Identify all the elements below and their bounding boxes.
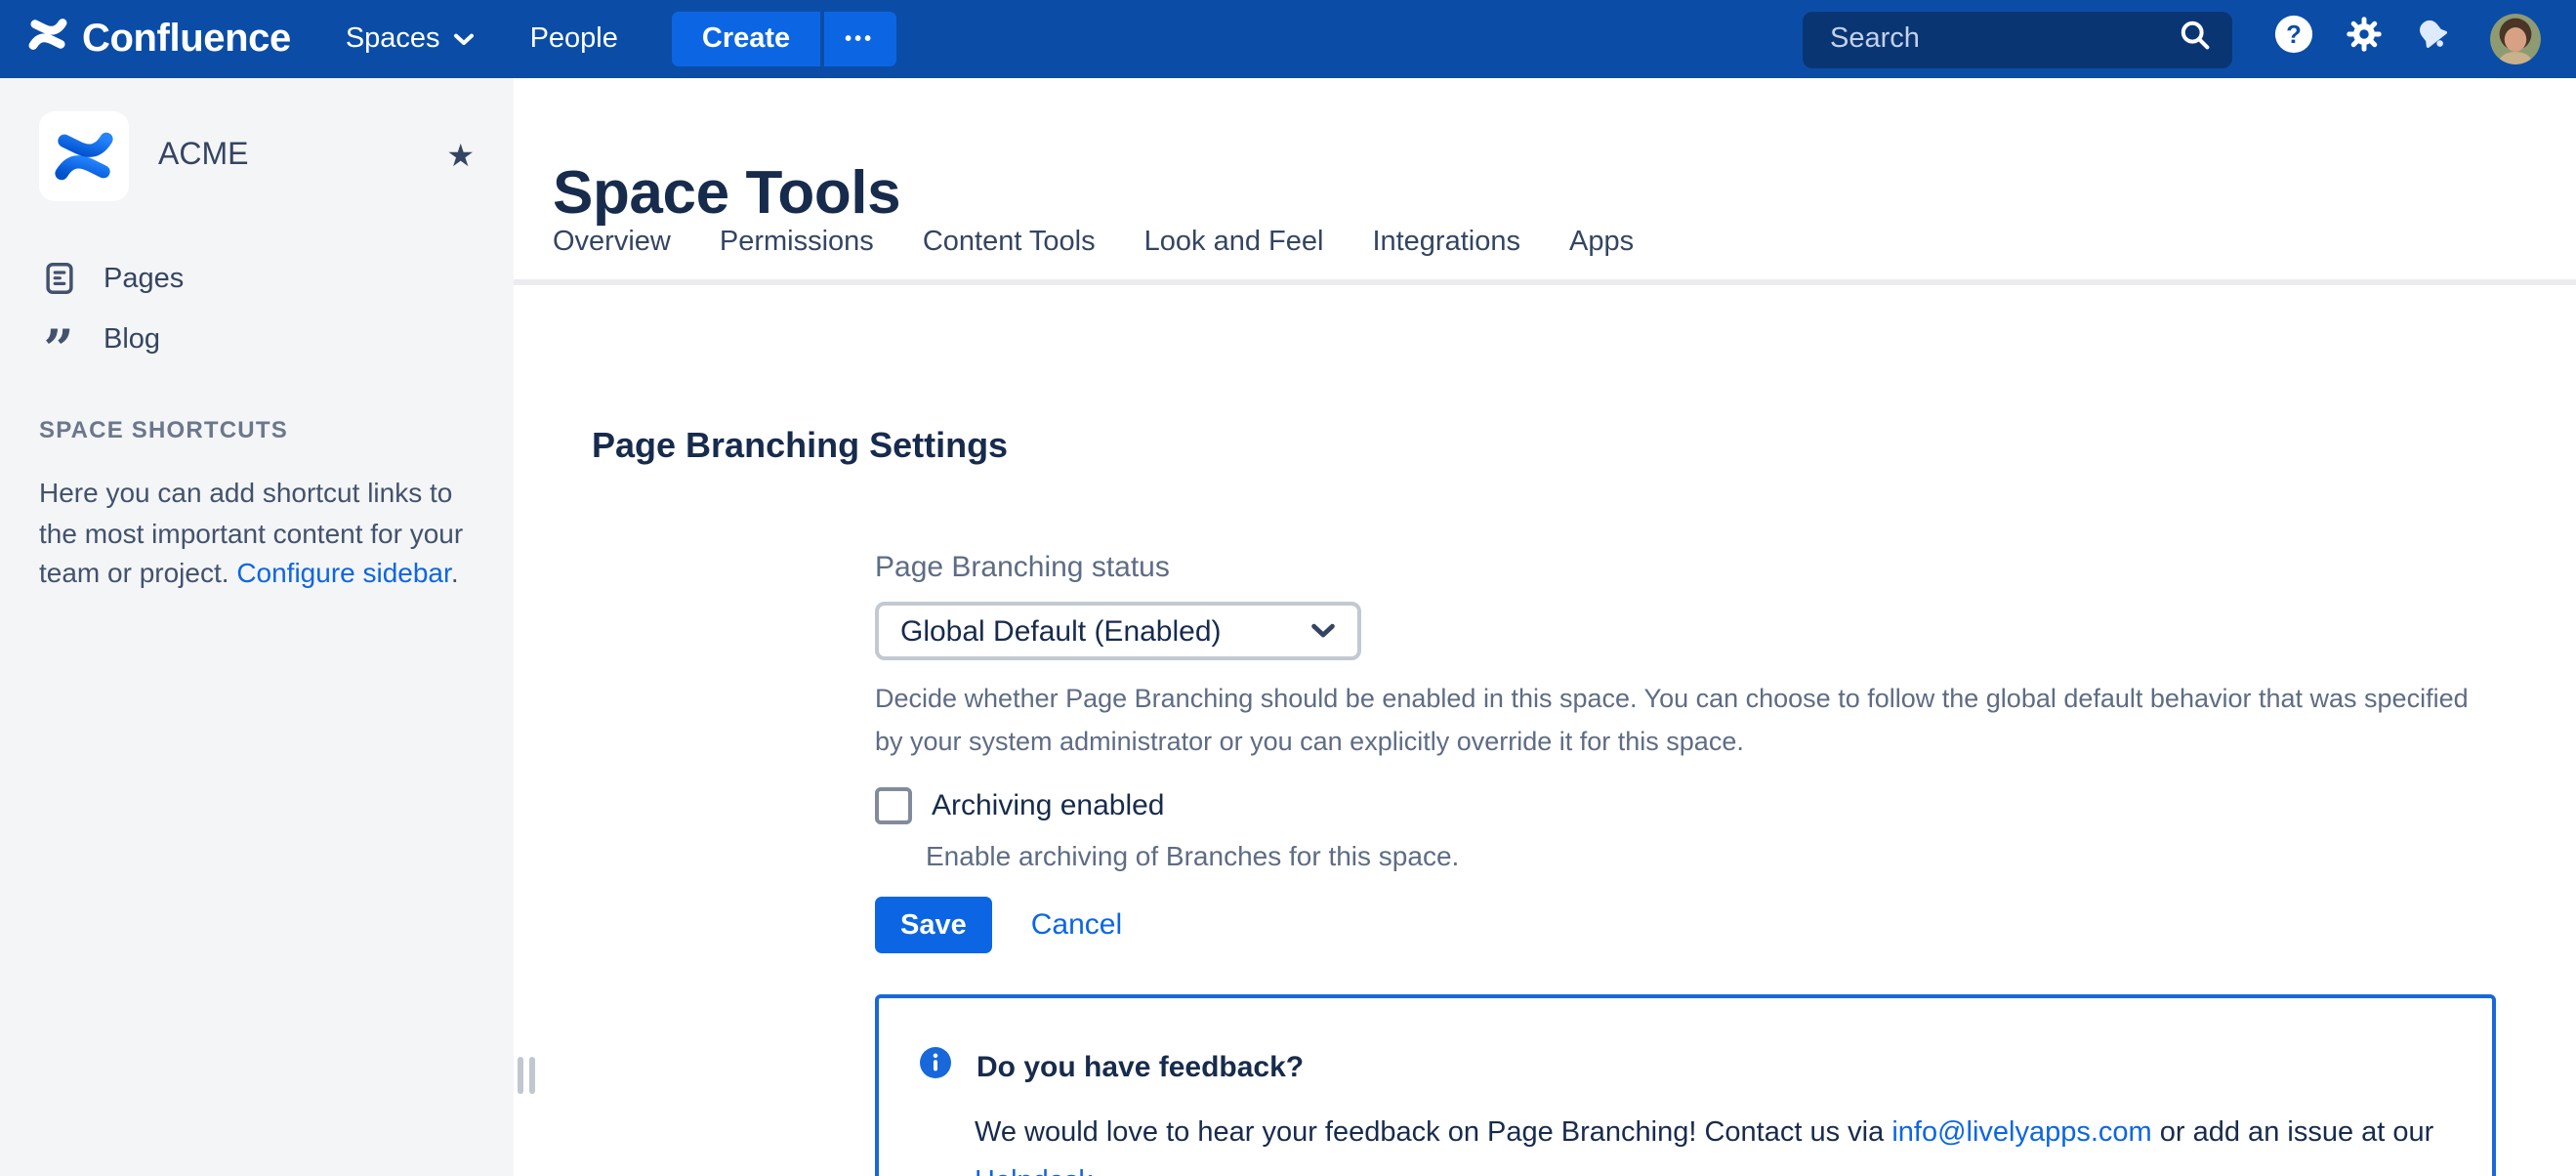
space-shortcuts-description: Here you can add shortcut links to the m…: [39, 473, 488, 593]
sidebar-item-label: Blog: [104, 323, 160, 355]
feedback-panel: Do you have feedback? We would love to h…: [875, 994, 2496, 1176]
sidebar-item-pages[interactable]: Pages: [39, 248, 478, 309]
main-content: Space Tools Overview Permissions Content…: [514, 78, 2576, 1176]
feedback-body: We would love to hear your feedback on P…: [975, 1110, 2488, 1176]
status-help-text: Decide whether Page Branching should be …: [875, 678, 2484, 762]
tab-integrations[interactable]: Integrations: [1372, 227, 1520, 258]
confluence-home-link[interactable]: Confluence: [27, 14, 291, 64]
tab-apps[interactable]: Apps: [1569, 227, 1634, 258]
notifications-button[interactable]: [2412, 18, 2455, 61]
pages-icon: [39, 260, 78, 297]
chevron-down-icon: [454, 23, 476, 55]
tab-overview[interactable]: Overview: [553, 227, 671, 258]
feedback-header: Do you have feedback?: [920, 1047, 2445, 1088]
form-actions: Save Cancel: [875, 897, 2515, 953]
feedback-title: Do you have feedback?: [976, 1051, 1304, 1084]
save-button[interactable]: Save: [875, 897, 992, 953]
create-split-button: Create •••: [673, 12, 895, 66]
nav-people-link[interactable]: People: [530, 23, 618, 55]
space-logo[interactable]: [39, 111, 129, 201]
configure-sidebar-link[interactable]: Configure sidebar: [236, 557, 451, 588]
top-nav: Confluence Spaces People Create •••: [0, 0, 2576, 78]
nav-spaces-label: Spaces: [346, 23, 440, 55]
space-sidebar: ACME ★ Pages: [0, 78, 514, 1176]
content-shell: ACME ★ Pages: [0, 78, 2576, 1176]
svg-text:?: ?: [2285, 21, 2301, 49]
feedback-text: We would love to hear your feedback on P…: [975, 1117, 1891, 1149]
settings-button[interactable]: [2342, 18, 2385, 61]
section-heading: Page Branching Settings: [592, 426, 1008, 467]
create-button[interactable]: Create: [673, 12, 819, 66]
search-icon[interactable]: [2178, 17, 2213, 62]
space-shortcuts-heading: SPACE SHORTCUTS: [39, 416, 478, 443]
screen: Confluence Spaces People Create •••: [0, 0, 2576, 1176]
sidebar-item-blog[interactable]: ” Blog: [39, 309, 478, 369]
tab-content-tools[interactable]: Content Tools: [923, 227, 1096, 258]
brand-name: Confluence: [82, 17, 291, 62]
helpdesk-link[interactable]: Helpdesk: [975, 1158, 2488, 1176]
gear-icon: [2343, 14, 2384, 64]
page-branching-form: Page Branching status Global Default (En…: [875, 551, 2515, 1176]
status-select[interactable]: Global Default (Enabled): [875, 602, 1361, 660]
sidebar-resize-handle[interactable]: [518, 1057, 534, 1094]
archiving-checkbox-row[interactable]: Archiving enabled: [875, 787, 2515, 824]
archiving-label: Archiving enabled: [932, 789, 1165, 822]
nav-people-label: People: [530, 23, 618, 55]
blog-quote-icon: ”: [39, 329, 78, 349]
shortcuts-text-period: .: [451, 557, 459, 588]
create-more-button[interactable]: •••: [823, 12, 895, 66]
nav-right-cluster: ?: [1803, 11, 2541, 67]
status-label: Page Branching status: [875, 551, 2515, 584]
info-icon: [920, 1047, 951, 1088]
email-link[interactable]: info@livelyapps.com: [1891, 1117, 2151, 1149]
space-header: ACME ★: [39, 111, 478, 201]
ellipsis-icon: •••: [845, 28, 874, 50]
search-input[interactable]: [1826, 21, 2178, 57]
tab-look-and-feel[interactable]: Look and Feel: [1144, 227, 1324, 258]
bell-icon: [2412, 13, 2455, 65]
question-circle-icon: ?: [2272, 14, 2313, 64]
cancel-link[interactable]: Cancel: [1031, 908, 1122, 942]
search-box[interactable]: [1803, 11, 2232, 67]
status-select-value: Global Default (Enabled): [900, 614, 1310, 648]
confluence-logo-icon: [27, 14, 68, 64]
space-tools-tabs: Overview Permissions Content Tools Look …: [553, 227, 1634, 258]
favorite-star-icon[interactable]: ★: [446, 137, 478, 176]
nav-spaces-menu[interactable]: Spaces: [346, 23, 476, 55]
archiving-checkbox[interactable]: [875, 787, 912, 824]
tab-permissions[interactable]: Permissions: [720, 227, 874, 258]
help-button[interactable]: ?: [2271, 18, 2314, 61]
select-chevron-icon: [1310, 613, 1336, 649]
feedback-text-2: or add an issue at our: [2152, 1117, 2434, 1149]
space-name: ACME: [158, 139, 248, 174]
user-avatar[interactable]: [2490, 14, 2541, 64]
archiving-help-text: Enable archiving of Branches for this sp…: [926, 840, 2515, 871]
tabs-divider: [514, 279, 2576, 285]
sidebar-item-label: Pages: [104, 263, 184, 294]
page-title: Space Tools: [553, 158, 900, 229]
